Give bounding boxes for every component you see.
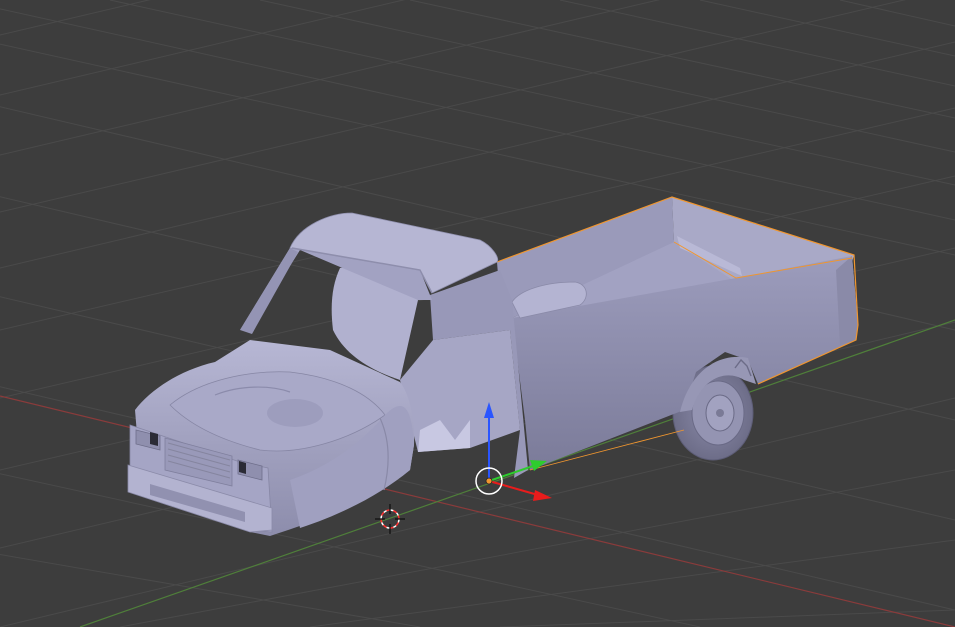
grid-line [839, 0, 955, 27]
object-origin [485, 477, 493, 485]
a-pillar [240, 248, 298, 334]
grid-line [409, 0, 955, 119]
engine-block [267, 399, 323, 427]
grid-line [0, 0, 151, 36]
gizmo-y-axis[interactable] [488, 465, 534, 482]
grid-line [699, 0, 955, 57]
grid-line [0, 8, 955, 221]
3d-viewport[interactable] [0, 0, 955, 627]
grid-line [499, 609, 955, 627]
viewport-canvas[interactable] [0, 0, 955, 627]
grid-line [0, 43, 955, 256]
grid-line [0, 0, 661, 156]
gizmo-x-axis[interactable] [488, 480, 539, 496]
grid-line [0, 554, 421, 627]
grid-line [0, 0, 907, 213]
pickup-truck-model[interactable] [127, 196, 859, 536]
grid-line [259, 0, 955, 153]
3d-cursor-icon[interactable] [375, 504, 405, 534]
